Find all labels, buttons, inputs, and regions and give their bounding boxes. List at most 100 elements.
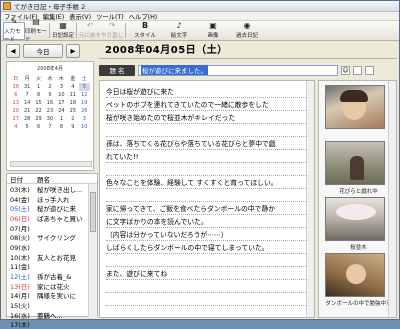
calendar-day[interactable]: 25	[67, 107, 78, 115]
calendar-day[interactable]: 27	[10, 115, 21, 123]
list-item[interactable]: 16(水) 亜鶴へ...	[7, 310, 89, 320]
calendar-day[interactable]: 7	[44, 123, 55, 131]
calendar-day[interactable]: 12	[79, 91, 90, 99]
editor-scrollbar[interactable]	[306, 81, 314, 317]
calendar-day[interactable]: 23	[44, 107, 55, 115]
calendar-day[interactable]: 20	[10, 107, 21, 115]
photo-cardboard-box[interactable]	[325, 253, 385, 297]
menu-edit[interactable]: 編集(E)	[43, 12, 65, 21]
list-item[interactable]: 09(水)	[7, 242, 89, 252]
calendar-day[interactable]: 31	[21, 83, 32, 91]
input-mode-button[interactable]: ✎ 入力モード	[3, 18, 25, 43]
list-item[interactable]: 12(土) 孫が古着_&	[7, 271, 89, 281]
past-diary-button[interactable]: ◉ 過去日記	[230, 22, 264, 40]
scroll-thumb[interactable]	[90, 192, 96, 232]
prev-day-button[interactable]: ◀	[6, 44, 20, 58]
calendar-day[interactable]: 10	[56, 91, 67, 99]
calendar-day[interactable]: 17	[56, 99, 67, 107]
calendar-weekday: 日	[13, 76, 19, 82]
image-button[interactable]: ▣ 画像	[196, 22, 230, 40]
calendar-day[interactable]: 6	[10, 91, 21, 99]
list-item[interactable]: 04(金) ほっ手入れ	[7, 194, 89, 204]
calendar-weekday: 金	[70, 76, 76, 82]
calendar-day[interactable]: 1	[33, 83, 44, 91]
box-icon[interactable]	[353, 65, 362, 75]
list-item[interactable]: 05(土) 桜が遊びに来	[7, 203, 89, 213]
calendar-day[interactable]: 3	[79, 115, 90, 123]
calendar-day[interactable]: 6	[33, 123, 44, 131]
list-item[interactable]: 07(月)	[7, 223, 89, 233]
calendar-day[interactable]: 8	[56, 123, 67, 131]
list-item[interactable]: 10(木) 友人とお花見	[7, 252, 89, 262]
calendar-day[interactable]: 9	[67, 123, 78, 131]
calendar-day[interactable]: 22	[33, 107, 44, 115]
print-mode-button[interactable]: ▤ 印刷モード	[25, 18, 47, 44]
calendar-day[interactable]: 3	[56, 83, 67, 91]
list-item[interactable]: 08(火) サイクリング	[7, 232, 89, 242]
calendar-day[interactable]: 10	[79, 123, 90, 131]
calendar-day[interactable]: 2	[67, 115, 78, 123]
list-item[interactable]: 11(金)	[7, 262, 89, 271]
calendar-day[interactable]: 29	[33, 115, 44, 123]
app-window: てがき日記・母子手帳 2 ファイル(F) 編集(E) 表示(V) ツール(T) …	[0, 0, 400, 329]
calendar-day[interactable]: 26	[79, 107, 90, 115]
list-item-title: 孫が古着_&	[37, 273, 72, 281]
calendar-day[interactable]: 5	[21, 123, 32, 131]
diary-editor[interactable]: 今日は桜が遊びに来た ペットのボブを連れてきていたので一緒に散歩をした 桜が咲き始め…	[99, 80, 315, 318]
calendar-day[interactable]: 4	[67, 83, 78, 91]
calendar-day[interactable]: 16	[44, 99, 55, 107]
menu-tools[interactable]: ツール(T)	[96, 12, 124, 21]
list-item[interactable]: 03(木) 桜が咲き出し...	[7, 184, 89, 194]
title-bar: てがき日記・母子手帳 2	[1, 1, 399, 12]
list-item[interactable]: 15(火)	[7, 300, 89, 310]
calendar-day[interactable]: 15	[33, 99, 44, 107]
photo-scrollbar[interactable]	[388, 81, 396, 317]
diary-settings-button[interactable]: ▦ 日記設定	[52, 22, 74, 40]
calendar-day[interactable]: 13	[10, 99, 21, 107]
calendar-day[interactable]: 19	[79, 99, 90, 107]
calendar-day[interactable]: 24	[56, 107, 67, 115]
list-item[interactable]: 17(木)	[7, 320, 89, 329]
menu-view[interactable]: 表示(V)	[69, 12, 91, 21]
col-title-header[interactable]: 題名	[37, 174, 50, 184]
calendar-day[interactable]: 2	[44, 83, 55, 91]
menu-help[interactable]: ヘルプ(H)	[129, 12, 158, 21]
redo-icon: ↷	[108, 21, 116, 30]
emoji-insert-icon[interactable]: ☺	[341, 65, 350, 75]
calendar-day[interactable]: 18	[67, 99, 78, 107]
calendar-day[interactable]: 7	[21, 91, 32, 99]
undo-button[interactable]: ↶ 元に戻す	[79, 22, 101, 40]
calendar-day[interactable]: 14	[21, 99, 32, 107]
next-day-button[interactable]: ▶	[66, 44, 80, 58]
photo-cherry-trees[interactable]	[325, 197, 385, 241]
photo-petals[interactable]	[325, 141, 385, 185]
calendar-day[interactable]: 5	[78, 83, 90, 91]
calendar-day[interactable]: 9	[44, 91, 55, 99]
chevron-left-icon: ◀	[10, 47, 16, 55]
calendar-day[interactable]: 21	[21, 107, 32, 115]
list-item[interactable]: 13(日) 家には花火	[7, 281, 89, 291]
style-button[interactable]: B スタイル	[128, 22, 162, 40]
title-input[interactable]: 桜が遊びに来ました。	[138, 64, 338, 76]
list-item[interactable]: 14(月) 隅様を実いに	[7, 291, 89, 300]
calendar-scrollbar[interactable]	[10, 161, 92, 167]
list-scrollbar[interactable]	[88, 184, 97, 317]
calendar-day[interactable]: 30	[10, 83, 21, 91]
calendar-day[interactable]: 1	[56, 115, 67, 123]
photo-child-portrait[interactable]	[325, 85, 385, 129]
calendar-day[interactable]: 11	[67, 91, 78, 99]
calendar: 2008年4月 日月火水木金土 30 31 1 2 3 4 5 6 7 8 9 10 11 12 13 14 15…	[6, 61, 94, 171]
calendar-day[interactable]: 4	[10, 123, 21, 131]
col-date-header[interactable]: 日付	[7, 174, 37, 184]
calendar-day[interactable]: 28	[21, 115, 32, 123]
redo-button[interactable]: ↷ やり直し	[101, 22, 123, 40]
list-item[interactable]: 06(日) ばあちゃと買い	[7, 213, 89, 223]
emoji-button[interactable]: ♪ 絵文字	[162, 22, 196, 40]
today-button[interactable]: 今日	[23, 44, 63, 58]
box-icon[interactable]	[365, 65, 374, 75]
list-item-title: サイクリング	[37, 234, 76, 243]
calendar-day[interactable]: 30	[44, 115, 55, 123]
calendar-day[interactable]: 8	[33, 91, 44, 99]
list-item-date: 12(土)	[10, 273, 30, 281]
pencil-icon: ✎	[10, 17, 18, 26]
